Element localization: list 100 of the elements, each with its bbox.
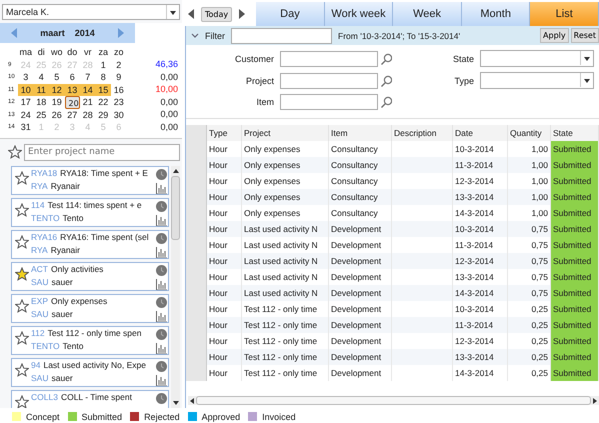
clock-icon[interactable]	[156, 264, 167, 276]
view-tab[interactable]: Week	[393, 2, 462, 26]
clock-icon[interactable]	[156, 360, 167, 372]
bar-chart-icon[interactable]	[156, 182, 167, 194]
bar-chart-icon[interactable]	[156, 246, 167, 258]
calendar-day[interactable]: 14	[80, 84, 96, 96]
table-cell: Submitted	[550, 333, 598, 349]
calendar-day[interactable]: 25	[34, 108, 49, 122]
star-icon[interactable]	[15, 170, 29, 185]
filled-star-icon[interactable]	[15, 266, 29, 281]
calendar-day[interactable]: 20	[64, 96, 80, 109]
calendar-day[interactable]: 11	[34, 84, 49, 96]
scroll-left-icon[interactable]	[190, 398, 194, 404]
calendar-day[interactable]: 22	[96, 96, 111, 109]
column-header[interactable]: Project	[242, 125, 328, 141]
calendar-day[interactable]: 17	[18, 96, 34, 109]
calendar-day[interactable]: 7	[80, 71, 96, 84]
calendar-day[interactable]: 2	[111, 58, 126, 72]
column-header[interactable]: Item	[328, 125, 392, 141]
calendar-day[interactable]: 30	[111, 108, 126, 122]
filter-button[interactable]: Apply	[540, 28, 569, 43]
calendar-day[interactable]: 16	[111, 84, 126, 96]
calendar-day[interactable]: 1	[96, 58, 111, 72]
calendar-day[interactable]: 24	[18, 108, 34, 122]
calendar-day[interactable]: 18	[34, 96, 49, 109]
project-card[interactable]: 94 Last used activity No, Expe SAU sauer	[11, 358, 169, 387]
clock-icon[interactable]	[156, 392, 167, 404]
filter-field[interactable]	[231, 28, 332, 44]
star-icon[interactable]	[8, 145, 22, 160]
calendar-day[interactable]: 8	[96, 71, 111, 84]
calendar-day[interactable]: 12	[49, 84, 64, 96]
calendar-day[interactable]: 9	[111, 71, 126, 84]
calendar-day[interactable]: 29	[96, 108, 111, 122]
select-field[interactable]	[480, 50, 594, 67]
calendar-day[interactable]: 5	[49, 71, 64, 84]
project-search-field[interactable]: Enter project name	[24, 144, 180, 161]
search-icon[interactable]	[380, 52, 392, 64]
bar-chart-icon[interactable]	[156, 278, 167, 290]
project-card[interactable]: EXP Only expenses SAU sauer	[11, 294, 169, 323]
lookup-field[interactable]	[280, 50, 378, 66]
star-icon[interactable]	[15, 298, 29, 313]
column-header[interactable]: Quantity	[508, 125, 550, 141]
project-card[interactable]: 114 Test 114: times spent + e TENTO Tento	[11, 198, 169, 227]
star-icon[interactable]	[15, 362, 29, 377]
project-card[interactable]: COLL3 COLL - Time spent	[11, 390, 169, 408]
calendar-day[interactable]: 4	[34, 71, 49, 84]
calendar-day[interactable]: 15	[96, 84, 111, 96]
view-tab[interactable]: List	[530, 2, 599, 26]
view-tab[interactable]: Work week	[324, 2, 394, 26]
previous-icon[interactable]	[188, 9, 194, 19]
calendar-day[interactable]: 31	[18, 121, 34, 134]
calendar-day[interactable]: 19	[49, 96, 64, 109]
project-card[interactable]: ACT Only activities SAU sauer	[11, 262, 169, 291]
next-icon[interactable]	[239, 9, 246, 19]
column-header[interactable]: Description	[392, 125, 452, 141]
clock-icon[interactable]	[156, 168, 167, 180]
scroll-up-icon[interactable]	[172, 168, 178, 173]
star-icon[interactable]	[15, 234, 29, 249]
bar-chart-icon[interactable]	[156, 374, 167, 386]
bar-chart-icon[interactable]	[156, 214, 167, 226]
customer-code: RYA	[31, 244, 48, 257]
collapse-icon[interactable]	[191, 32, 199, 38]
today-button[interactable]: Today	[201, 6, 232, 22]
clock-icon[interactable]	[156, 328, 167, 340]
calendar-day[interactable]: 13	[64, 84, 80, 96]
vertical-scrollbar[interactable]	[171, 166, 180, 408]
calendar-day[interactable]: 6	[64, 71, 80, 84]
project-card[interactable]: RYA16 RYA16: Time spent (sel RYA Ryanair	[11, 230, 169, 259]
lookup-field[interactable]	[280, 72, 378, 88]
horizontal-scrollbar[interactable]	[188, 396, 599, 405]
clock-icon[interactable]	[156, 232, 167, 244]
filter-button[interactable]: Reset	[570, 28, 599, 43]
calendar-day[interactable]: 21	[80, 96, 96, 109]
star-icon[interactable]	[15, 394, 29, 408]
clock-icon[interactable]	[156, 200, 167, 212]
clock-icon[interactable]	[156, 296, 167, 308]
select-field[interactable]	[480, 72, 594, 89]
column-header[interactable]: Type	[206, 125, 242, 141]
bar-chart-icon[interactable]	[156, 310, 167, 322]
calendar-day[interactable]: 3	[18, 71, 34, 84]
calendar-day[interactable]: 27	[64, 108, 80, 122]
column-header[interactable]: Date	[452, 125, 508, 141]
star-icon[interactable]	[15, 202, 29, 217]
project-card[interactable]: 112 Test 112 - only time spen TENTO Tento	[11, 326, 169, 355]
calendar-day[interactable]: 26	[49, 108, 64, 122]
scroll-down-icon[interactable]	[172, 400, 178, 405]
lookup-field[interactable]	[280, 94, 378, 110]
project-card[interactable]: RYA18 RYA18: Time spent + E RYA Ryanair	[11, 166, 169, 195]
user-select[interactable]: Marcela K.	[2, 4, 180, 20]
scroll-right-icon[interactable]	[593, 398, 597, 404]
column-header[interactable]: State	[550, 125, 598, 141]
view-tab[interactable]: Month	[462, 2, 530, 26]
bar-chart-icon[interactable]	[156, 342, 167, 354]
search-icon[interactable]	[380, 74, 392, 86]
star-icon[interactable]	[15, 330, 29, 345]
search-icon[interactable]	[380, 96, 392, 108]
view-tab[interactable]: Day	[256, 2, 325, 26]
calendar-day[interactable]: 10	[18, 84, 34, 96]
calendar-day[interactable]: 23	[111, 96, 126, 109]
calendar-day[interactable]: 28	[80, 108, 96, 122]
